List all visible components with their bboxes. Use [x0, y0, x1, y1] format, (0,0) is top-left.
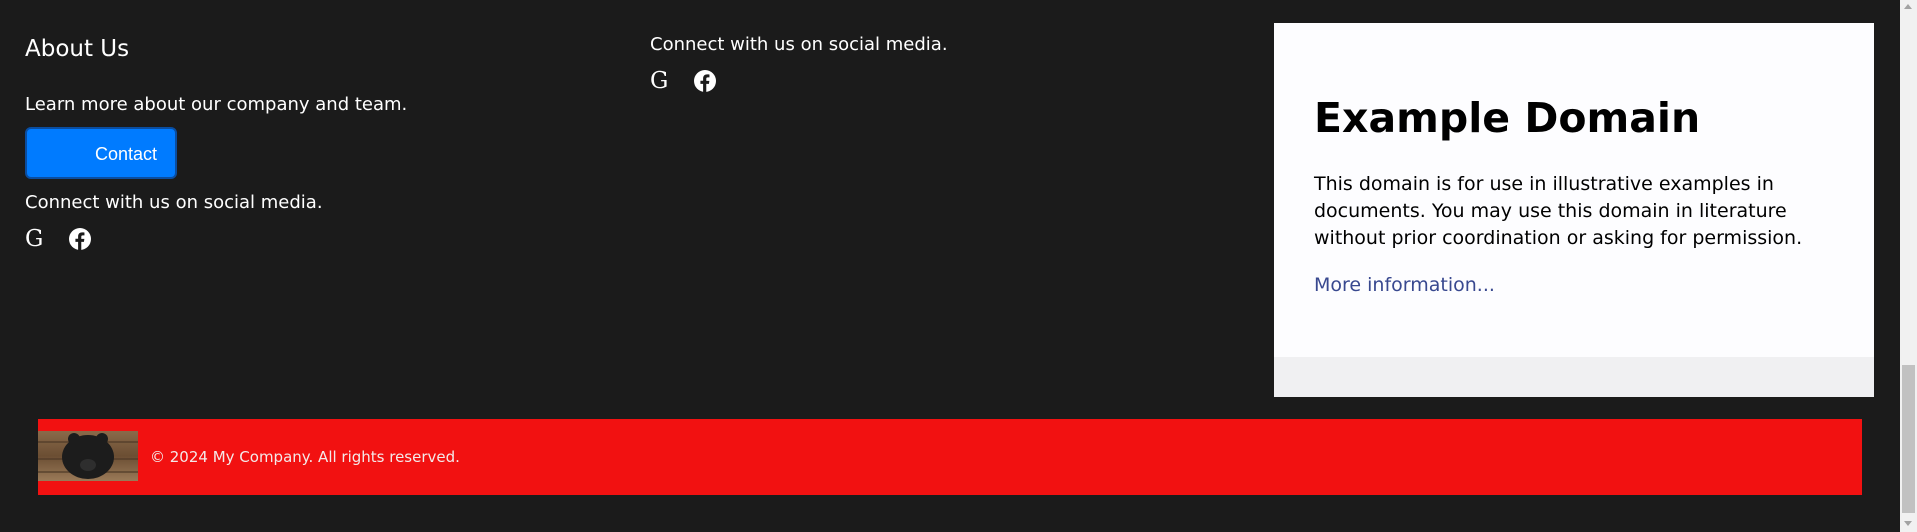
google-icon[interactable]: G: [25, 226, 55, 252]
facebook-icon[interactable]: [694, 70, 716, 92]
scrollbar-thumb[interactable]: [1902, 365, 1915, 513]
page: About Us Learn more about our company an…: [0, 0, 1917, 532]
example-domain-text: This domain is for use in illustrative e…: [1314, 173, 1803, 249]
example-domain-title: Example Domain: [1314, 94, 1701, 142]
scroll-down-arrow-icon[interactable]: [1904, 521, 1912, 526]
about-social-icons: G: [25, 226, 91, 252]
about-description: Learn more about our company and team.: [25, 94, 408, 115]
example-domain-frame: Example Domain This domain is for use in…: [1274, 23, 1874, 397]
footer-bar: © 2024 My Company. All rights reserved.: [38, 419, 1862, 495]
google-icon[interactable]: G: [650, 68, 680, 94]
facebook-icon[interactable]: [69, 228, 91, 250]
about-title: About Us: [25, 36, 130, 62]
bear-photo-logo: [38, 431, 138, 481]
more-information-link[interactable]: More information...: [1314, 274, 1495, 296]
example-domain-card: Example Domain This domain is for use in…: [1274, 23, 1874, 357]
about-social-text: Connect with us on social media.: [25, 192, 323, 213]
scroll-up-arrow-icon[interactable]: [1904, 4, 1912, 9]
page-scrollbar[interactable]: [1900, 0, 1917, 532]
contact-button[interactable]: Contact: [25, 127, 177, 179]
copyright-text: © 2024 My Company. All rights reserved.: [150, 448, 460, 466]
social-column-text: Connect with us on social media.: [650, 34, 948, 55]
social-column-icons: G: [650, 68, 716, 94]
